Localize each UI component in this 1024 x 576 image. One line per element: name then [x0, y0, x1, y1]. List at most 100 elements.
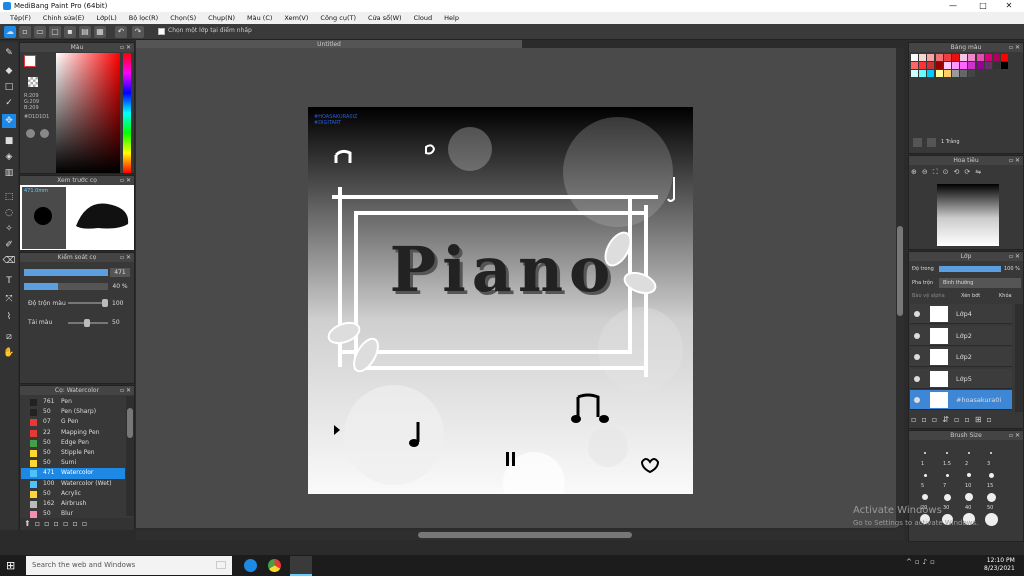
- brush-item[interactable]: 50 Edge Pen: [21, 438, 125, 449]
- artwork-canvas[interactable]: #HOASAKURA0IZ #DIGITART Piano: [308, 107, 693, 494]
- select-eraser-tool-icon[interactable]: ⌫: [2, 254, 16, 268]
- color-wheel-icon[interactable]: [26, 129, 35, 138]
- color-swatch[interactable]: [927, 54, 935, 61]
- menu-view[interactable]: Xem(V): [278, 12, 314, 24]
- layer-visibility-icon[interactable]: [914, 354, 920, 360]
- hand-tool-icon[interactable]: ✋: [2, 346, 16, 360]
- layers-scrollbar[interactable]: [1015, 304, 1023, 412]
- foreground-swatch[interactable]: [24, 55, 36, 67]
- brush-size-preset[interactable]: [984, 512, 998, 526]
- mix-slider[interactable]: [68, 299, 108, 307]
- magic-wand-tool-icon[interactable]: ✧: [2, 222, 16, 236]
- brush-size-preset[interactable]: [986, 492, 996, 502]
- close-button[interactable]: ✕: [994, 0, 1024, 12]
- color-swatch[interactable]: [927, 62, 935, 70]
- brush-item[interactable]: 07 G Pen: [21, 417, 125, 428]
- share-icon[interactable]: ▦: [94, 26, 106, 38]
- menu-window[interactable]: Cửa sổ(W): [362, 12, 408, 24]
- transparent-swatch[interactable]: [28, 77, 38, 87]
- undo-button[interactable]: ↶: [115, 26, 127, 38]
- bucket-tool-icon[interactable]: ◈: [2, 150, 16, 164]
- brush-item[interactable]: 471 Watercolor: [21, 468, 125, 479]
- brush-item[interactable]: 761 Pen: [21, 397, 125, 408]
- operation-tool-icon[interactable]: ⤧: [2, 292, 16, 306]
- medibang-taskbar-icon[interactable]: [290, 556, 312, 576]
- brush-size-preset[interactable]: [924, 452, 926, 454]
- layer-row[interactable]: Lớp4: [910, 304, 1012, 324]
- taskbar-search[interactable]: Search the web and Windows: [26, 556, 232, 575]
- brush-list-scrollbar[interactable]: [126, 396, 134, 516]
- color-swatch[interactable]: [960, 70, 968, 78]
- fill-shape-tool-icon[interactable]: ■: [2, 134, 16, 148]
- delete-color-icon[interactable]: [927, 138, 936, 147]
- open-icon[interactable]: ▢: [49, 26, 61, 38]
- menu-help[interactable]: Help: [438, 12, 465, 24]
- color-swatch[interactable]: [927, 70, 935, 78]
- color-swatch[interactable]: [919, 70, 927, 78]
- menu-color[interactable]: Màu (C): [241, 12, 278, 24]
- save-icon[interactable]: ▪: [64, 26, 76, 38]
- brush-size-preset[interactable]: [967, 473, 971, 477]
- layer-row[interactable]: Lớp2: [910, 325, 1012, 346]
- color-swatch[interactable]: [935, 62, 943, 70]
- eyedropper-tool-icon[interactable]: ⌇: [2, 310, 16, 324]
- layer-visibility-icon[interactable]: [914, 397, 920, 403]
- color-swatch[interactable]: [911, 70, 918, 78]
- color-swatch[interactable]: [935, 70, 943, 78]
- color-swatch[interactable]: [968, 62, 976, 70]
- brush-size-preset[interactable]: [990, 452, 992, 454]
- brush-size-preset[interactable]: [946, 452, 948, 454]
- rectangle-tool-icon[interactable]: □: [2, 80, 16, 94]
- chat-icon[interactable]: ▭: [34, 26, 46, 38]
- brush-tool-icon[interactable]: ✎: [2, 46, 16, 60]
- color-swatch[interactable]: [984, 62, 992, 70]
- layer-row[interactable]: #hoasakura0i: [910, 390, 1012, 410]
- check-tool-icon[interactable]: ✓: [2, 96, 16, 110]
- palette-icon[interactable]: [40, 129, 49, 138]
- brush-item[interactable]: 50 Acrylic: [21, 489, 125, 500]
- windows-start-icon[interactable]: ⊞: [6, 560, 17, 571]
- clock[interactable]: 12:10 PM 8/23/2021: [984, 557, 1015, 573]
- brush-item[interactable]: 22 Mapping Pen: [21, 428, 125, 439]
- color-swatch[interactable]: [960, 54, 968, 61]
- color-swatch[interactable]: [976, 54, 984, 61]
- new-file-icon[interactable]: ▫: [19, 26, 31, 38]
- layer-row[interactable]: Lớp2: [910, 347, 1012, 367]
- menu-tools[interactable]: Công cụ(T): [314, 12, 362, 24]
- color-swatch[interactable]: [968, 54, 976, 61]
- brush-size-preset[interactable]: [968, 452, 970, 454]
- select-rect-tool-icon[interactable]: ⬚: [2, 190, 16, 204]
- redo-button[interactable]: ↷: [132, 26, 144, 38]
- color-swatch[interactable]: [1001, 62, 1009, 70]
- layer-visibility-icon[interactable]: [914, 311, 920, 317]
- color-swatch[interactable]: [960, 62, 968, 70]
- navigator-thumbnail[interactable]: [937, 184, 999, 246]
- color-swatch[interactable]: [984, 54, 992, 61]
- menu-select[interactable]: Chọn(S): [164, 12, 202, 24]
- color-swatch[interactable]: [911, 62, 918, 70]
- color-swatch[interactable]: [935, 54, 943, 61]
- brush-size-slider[interactable]: [24, 269, 108, 276]
- select-layer-checkbox[interactable]: [158, 28, 165, 35]
- brush-item[interactable]: 50 Stipple Pen: [21, 448, 125, 459]
- task-view-icon[interactable]: [216, 561, 226, 569]
- menu-filter[interactable]: Bộ lọc(R): [123, 12, 164, 24]
- paint-slider[interactable]: [68, 319, 108, 327]
- blend-mode-select[interactable]: Bình thường: [939, 278, 1021, 288]
- menu-cloud[interactable]: Cloud: [408, 12, 439, 24]
- brush-size-preset[interactable]: [943, 493, 951, 501]
- brush-item[interactable]: 100 Watercolor (Wet): [21, 479, 125, 490]
- color-swatch[interactable]: [1001, 54, 1009, 61]
- layer-visibility-icon[interactable]: [914, 332, 920, 339]
- saturation-value-picker[interactable]: [56, 53, 120, 173]
- hue-slider[interactable]: [123, 53, 131, 173]
- color-swatch[interactable]: [943, 54, 951, 61]
- color-swatch-grid[interactable]: [911, 54, 1011, 94]
- menu-snap[interactable]: Chụp(N): [202, 12, 241, 24]
- opacity-slider[interactable]: [24, 283, 108, 290]
- layer-opacity-slider[interactable]: [939, 266, 1001, 272]
- vertical-scrollbar[interactable]: [896, 48, 904, 530]
- chrome-icon[interactable]: [268, 559, 281, 572]
- tray-icons[interactable]: ^▫♪▫: [906, 558, 938, 566]
- color-swatch[interactable]: [952, 54, 959, 61]
